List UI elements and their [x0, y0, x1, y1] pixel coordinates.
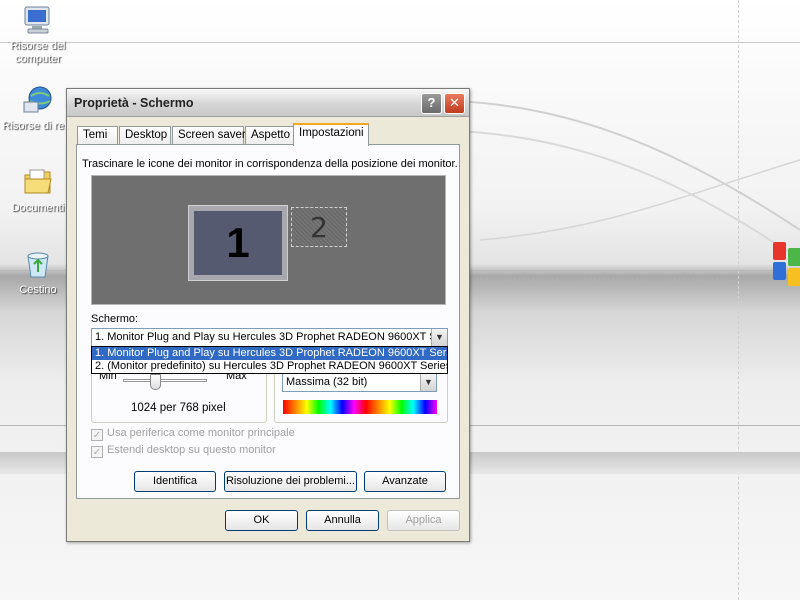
- screen-option[interactable]: 2. (Monitor predefinito) su Hercules 3D …: [92, 360, 447, 373]
- desktop-curves: [420, 99, 800, 261]
- monitor-2[interactable]: 2: [291, 207, 347, 247]
- window-title: Proprietà - Schermo: [74, 96, 194, 110]
- screen-dropdown-list: 1. Monitor Plug and Play su Hercules 3D …: [91, 346, 448, 374]
- desktop-icon-my-computer[interactable]: Risorse del computer: [0, 4, 76, 66]
- screen-select[interactable]: 1. Monitor Plug and Play su Hercules 3D …: [91, 328, 448, 347]
- resolution-value: 1024 per 768 pixel: [131, 402, 226, 414]
- ok-button[interactable]: OK: [225, 510, 298, 531]
- recycle-bin-icon: [22, 248, 54, 280]
- monitor-1-label: 1: [194, 211, 282, 275]
- monitor-instructions: Trascinare le icone dei monitor in corri…: [82, 158, 458, 170]
- primary-monitor-checkbox[interactable]: ✓ Usa periferica come monitor principale: [91, 427, 295, 441]
- tab-themes[interactable]: Temi: [77, 126, 118, 145]
- extend-desktop-checkbox[interactable]: ✓ Estendi desktop su questo monitor: [91, 444, 276, 458]
- resolution-slider-track[interactable]: [123, 379, 207, 382]
- desktop-icon-label: Risorse di rete: [2, 120, 74, 132]
- close-button[interactable]: ✕: [444, 93, 465, 114]
- documents-folder-icon: [22, 166, 54, 198]
- resolution-slider-thumb[interactable]: [150, 374, 161, 390]
- extend-desktop-label: Estendi desktop su questo monitor: [107, 444, 276, 456]
- checkbox-check-icon: ✓: [91, 429, 103, 441]
- network-icon: [22, 84, 54, 116]
- screen-select-value: 1. Monitor Plug and Play su Hercules 3D …: [95, 331, 448, 343]
- desktop-icon-label: Risorse del computer: [10, 40, 66, 65]
- computer-icon: [22, 4, 54, 36]
- tab-screen-saver[interactable]: Screen saver: [172, 126, 246, 145]
- chevron-down-icon[interactable]: ▼: [431, 329, 447, 346]
- tab-desktop[interactable]: Desktop: [119, 126, 171, 145]
- desktop-icon-network[interactable]: Risorse di rete: [0, 84, 76, 133]
- color-quality-value: Massima (32 bit): [286, 376, 368, 388]
- primary-monitor-label: Usa periferica come monitor principale: [107, 427, 295, 439]
- tab-settings[interactable]: Impostazioni: [293, 123, 369, 146]
- desktop-icon-documents[interactable]: Documenti: [0, 166, 76, 215]
- apply-button[interactable]: Applica: [387, 510, 460, 531]
- screen-label: Schermo:: [91, 313, 139, 325]
- identify-button[interactable]: Identifica: [134, 471, 216, 492]
- advanced-button[interactable]: Avanzate: [364, 471, 446, 492]
- cancel-button[interactable]: Annulla: [306, 510, 379, 531]
- help-button[interactable]: ?: [421, 93, 442, 114]
- troubleshoot-button[interactable]: Risoluzione dei problemi...: [224, 471, 357, 492]
- desktop-guide-line: [0, 42, 800, 43]
- desktop-icon-label: Cestino: [19, 284, 57, 296]
- binary-pattern: 0110101001101010010110101001011010100101…: [470, 277, 740, 285]
- desktop-icon-label: Documenti: [11, 202, 65, 214]
- chevron-down-icon[interactable]: ▼: [420, 374, 436, 391]
- screen-option[interactable]: 1. Monitor Plug and Play su Hercules 3D …: [92, 347, 447, 360]
- color-quality-select[interactable]: Massima (32 bit) ▼: [282, 373, 437, 392]
- monitor-1[interactable]: 1: [188, 205, 288, 281]
- color-spectrum-bar: [283, 400, 437, 414]
- title-bar[interactable]: Proprietà - Schermo ? ✕: [67, 89, 469, 117]
- desktop-icon-recycle-bin[interactable]: Cestino: [0, 248, 76, 297]
- checkbox-check-icon: ✓: [91, 446, 103, 458]
- monitor-arrangement-area: 1 2: [91, 175, 446, 305]
- display-properties-dialog: Proprietà - Schermo ? ✕ Temi Desktop Scr…: [66, 88, 470, 542]
- windows-logo-icon: [772, 240, 800, 286]
